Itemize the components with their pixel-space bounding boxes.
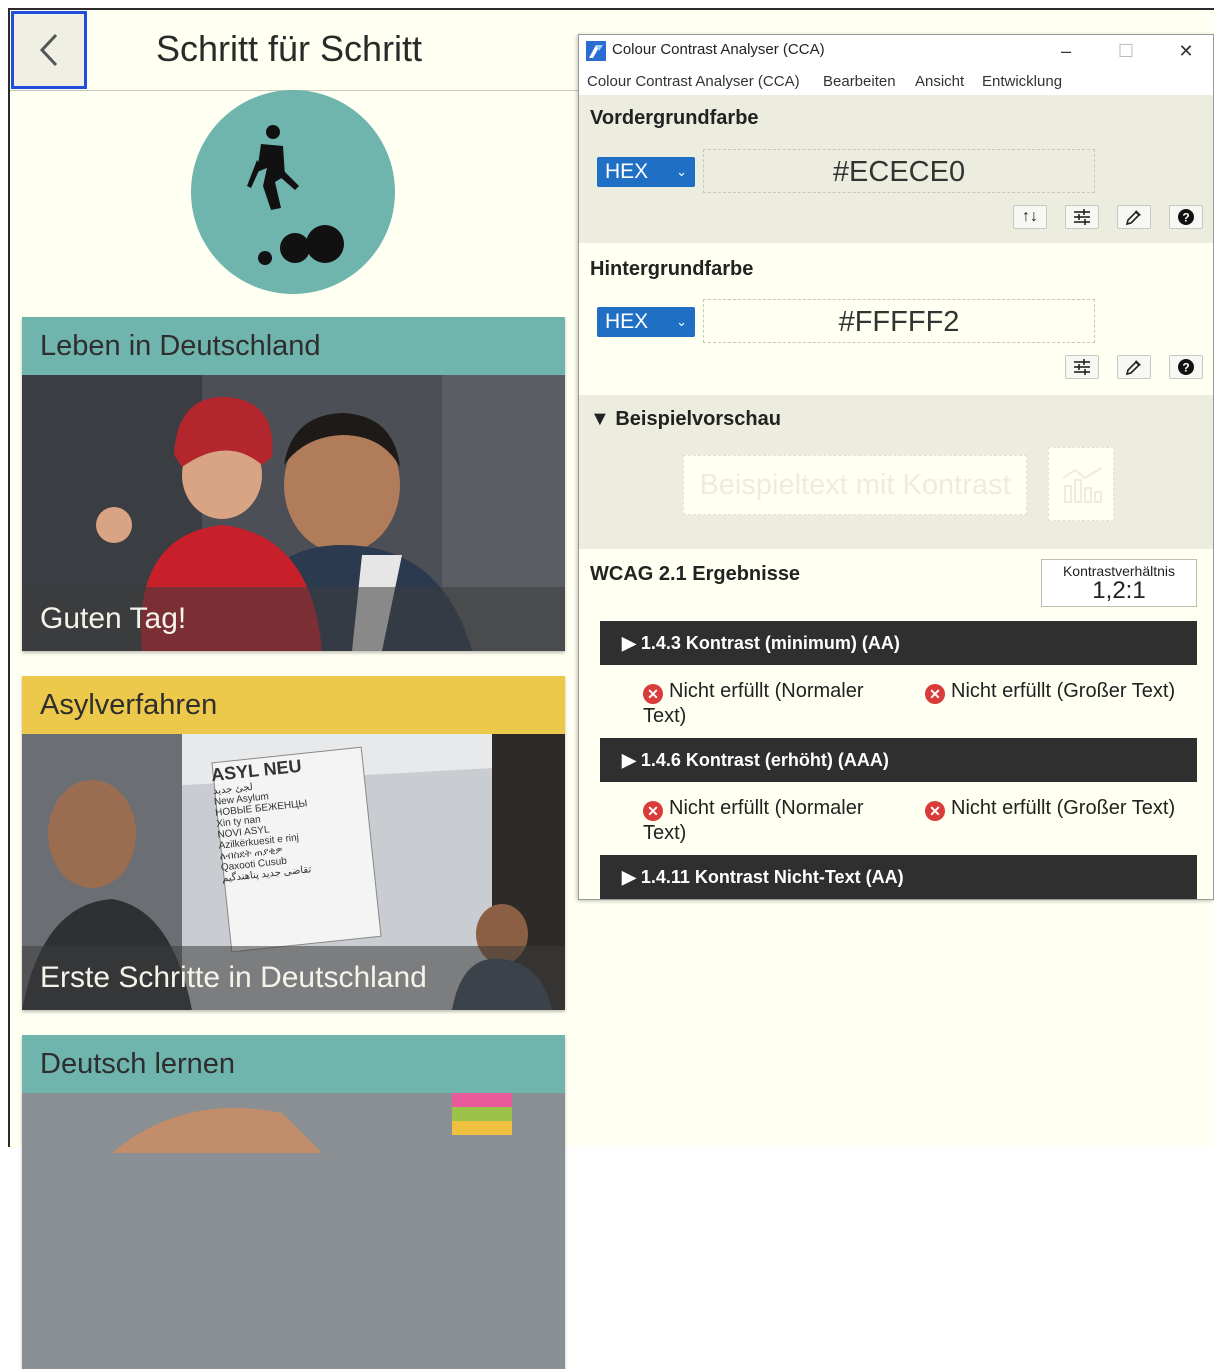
format-label: HEX <box>605 310 649 333</box>
maximize-button[interactable]: ☐ <box>1103 35 1149 67</box>
background-hex-input[interactable]: #FFFFF2 <box>703 299 1095 343</box>
minimize-button[interactable]: – <box>1043 35 1089 67</box>
cca-window: Colour Contrast Analyser (CCA) – ☐ ✕ Col… <box>578 34 1214 900</box>
preview-sample-text: Beispieltext mit Kontrast <box>683 455 1027 515</box>
background-help-button[interactable]: ? <box>1169 355 1203 379</box>
criterion-1-4-6-toggle[interactable]: ▶ 1.4.6 Kontrast (erhöht) (AAA) <box>600 738 1197 782</box>
fail-icon: ✕ <box>925 801 945 821</box>
card-caption: Erste Schritte in Deutschland <box>22 946 565 1010</box>
result-large-text-aaa: ✕ Nicht erfüllt (Großer Text) <box>925 796 1205 821</box>
fail-icon: ✕ <box>643 684 663 704</box>
close-button[interactable]: ✕ <box>1163 35 1209 67</box>
background-eyedropper-button[interactable] <box>1117 355 1151 379</box>
eyedropper-icon <box>1125 210 1141 226</box>
asylum-sign-text: ASYL NEU لجئ جديد New Asylum НОВЫЕ БЕЖЕН… <box>210 748 372 885</box>
menu-item-ansicht[interactable]: Ansicht <box>915 73 964 90</box>
result-label: Nicht erfüllt (Normaler Text) <box>643 680 864 727</box>
result-large-text-aa: ✕ Nicht erfüllt (Großer Text) <box>925 679 1205 704</box>
chevron-down-icon: ⌄ <box>676 164 687 179</box>
preview-toggle[interactable]: ▼ Beispielvorschau <box>590 408 781 431</box>
background-format-select[interactable]: HEX ⌄ <box>597 307 695 337</box>
contrast-ratio-box: Kontrastverhältnis 1,2:1 <box>1041 559 1197 607</box>
swap-arrows-icon: ↑↓ <box>1022 208 1038 225</box>
fail-icon: ✕ <box>643 801 663 821</box>
foreground-section: Vordergrundfarbe HEX ⌄ #ECECE0 ↑↓ ? <box>579 95 1213 243</box>
sliders-icon <box>1074 209 1090 225</box>
fail-icon: ✕ <box>925 684 945 704</box>
chart-icon <box>1062 467 1102 503</box>
card-heading: Leben in Deutschland <box>22 317 565 375</box>
results-title: WCAG 2.1 Ergebnisse <box>590 563 801 585</box>
help-icon: ? <box>1178 359 1194 375</box>
hero-avatar <box>191 90 395 294</box>
svg-text:?: ? <box>1182 211 1189 225</box>
preview-chart-icon-box <box>1048 447 1114 521</box>
card-image-learning <box>22 1093 565 1369</box>
sliders-icon <box>1074 359 1090 375</box>
background-title: Hintergrundfarbe <box>590 258 754 280</box>
menu-item-entwicklung[interactable]: Entwicklung <box>982 73 1062 90</box>
result-label: Nicht erfüllt (Großer Text) <box>951 680 1176 702</box>
menu-bar: Colour Contrast Analyser (CCA) Bearbeite… <box>579 67 1213 95</box>
menu-item-app[interactable]: Colour Contrast Analyser (CCA) <box>587 73 800 90</box>
foreground-title: Vordergrundfarbe <box>590 107 759 129</box>
preview-section: ▼ Beispielvorschau Beispieltext mit Kont… <box>579 395 1213 549</box>
format-label: HEX <box>605 160 649 183</box>
foreground-format-select[interactable]: HEX ⌄ <box>597 157 695 187</box>
contrast-ratio-value: 1,2:1 <box>1092 577 1146 604</box>
window-title: Colour Contrast Analyser (CCA) <box>612 41 825 58</box>
result-label: Nicht erfüllt (Normaler Text) <box>643 797 864 844</box>
title-bar[interactable]: Colour Contrast Analyser (CCA) – ☐ ✕ <box>579 35 1213 67</box>
cca-logo-icon <box>586 41 606 61</box>
eyedropper-icon <box>1125 360 1141 376</box>
person-kicking-ball-icon <box>247 125 344 265</box>
swap-colors-button[interactable]: ↑↓ <box>1013 205 1047 229</box>
foreground-hex-input[interactable]: #ECECE0 <box>703 149 1095 193</box>
card-heading: Deutsch lernen <box>22 1035 565 1093</box>
foreground-sliders-button[interactable] <box>1065 205 1099 229</box>
photo-learning <box>22 1093 565 1369</box>
background-sliders-button[interactable] <box>1065 355 1099 379</box>
card-deutsch-lernen[interactable]: Deutsch lernen <box>22 1035 565 1369</box>
results-section: WCAG 2.1 Ergebnisse Kontrastverhältnis 1… <box>579 549 1213 899</box>
card-heading: Asylverfahren <box>22 676 565 734</box>
result-label: Nicht erfüllt (Großer Text) <box>951 797 1176 819</box>
card-leben-in-deutschland[interactable]: Leben in Deutschland Guten Tag! <box>22 317 565 651</box>
page-title: Schritt für Schritt <box>156 28 423 69</box>
background-section: Hintergrundfarbe HEX ⌄ #FFFFF2 ? <box>579 243 1213 395</box>
foreground-eyedropper-button[interactable] <box>1117 205 1151 229</box>
help-icon: ? <box>1178 209 1194 225</box>
result-normal-text-aa: ✕ Nicht erfüllt (Normaler Text) <box>643 679 903 728</box>
card-image-family: Guten Tag! <box>22 375 565 651</box>
card-caption: Guten Tag! <box>22 587 565 651</box>
criterion-1-4-11-toggle[interactable]: ▶ 1.4.11 Kontrast Nicht-Text (AA) <box>600 855 1197 899</box>
card-image-asylum-sign: ASYL NEU لجئ جديد New Asylum НОВЫЕ БЕЖЕН… <box>22 734 565 1010</box>
criterion-1-4-3-toggle[interactable]: ▶ 1.4.3 Kontrast (minimum) (AA) <box>600 621 1197 665</box>
chevron-left-icon <box>39 33 58 67</box>
chevron-down-icon: ⌄ <box>676 314 687 329</box>
card-asylverfahren[interactable]: Asylverfahren ASYL NEU لجئ جديد New Asyl… <box>22 676 565 1010</box>
svg-text:?: ? <box>1182 361 1189 375</box>
menu-item-bearbeiten[interactable]: Bearbeiten <box>823 73 896 90</box>
foreground-help-button[interactable]: ? <box>1169 205 1203 229</box>
back-button[interactable] <box>11 11 87 89</box>
result-normal-text-aaa: ✕ Nicht erfüllt (Normaler Text) <box>643 796 903 845</box>
